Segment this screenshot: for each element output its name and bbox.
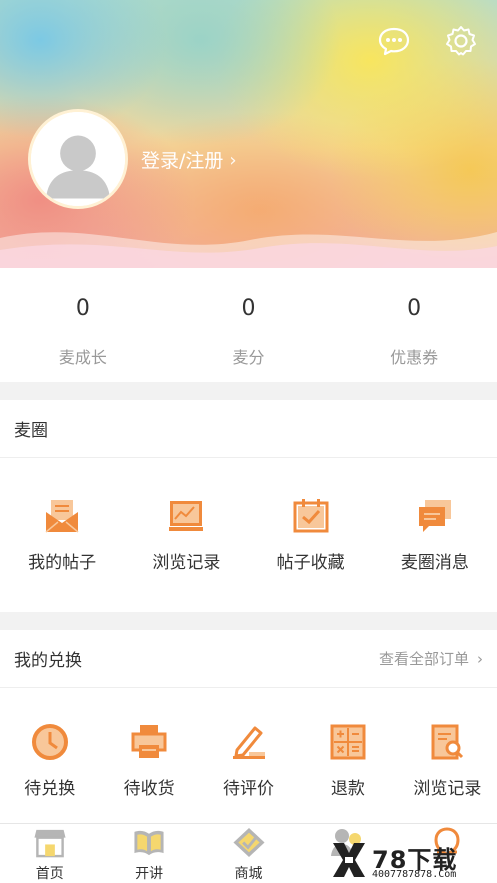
printer-icon <box>131 725 167 758</box>
maiquan-messages-button[interactable]: 麦圈消息 <box>373 496 497 573</box>
stat-points[interactable]: 0 麦分 <box>166 268 332 382</box>
watermark-78xiazai: 78下载 4007787878.Com <box>328 838 494 883</box>
stat-coupons-value: 0 <box>407 296 422 321</box>
post-favorites-button[interactable]: 帖子收藏 <box>249 496 373 573</box>
refund-button[interactable]: 退款 <box>298 722 397 799</box>
chat-cards-icon <box>418 500 451 532</box>
pending-receipt-button[interactable]: 待收货 <box>99 722 198 799</box>
maiquan-title: 麦圈 <box>14 421 48 441</box>
exchange-history-label: 浏览记录 <box>413 779 482 799</box>
exchange-title: 我的兑换 <box>14 651 82 671</box>
maiquan-grid: 我的帖子 浏览记录 帖子收藏 麦圈消息 <box>0 458 497 573</box>
watermark-x-logo <box>333 843 365 877</box>
document-search-icon <box>431 724 464 760</box>
header-wave-decoration <box>0 232 497 268</box>
my-posts-label: 我的帖子 <box>28 553 97 573</box>
gear-icon[interactable] <box>444 24 478 58</box>
exchange-section: 我的兑换 查看全部订单 › 待兑换 待收货 待评价 退款 浏览记录 <box>0 630 497 823</box>
my-posts-button[interactable]: 我的帖子 <box>0 496 124 573</box>
stat-growth-value: 0 <box>75 296 90 321</box>
message-icon[interactable] <box>377 24 411 58</box>
tag-check-icon <box>232 827 265 858</box>
stat-points-label: 麦分 <box>232 348 265 367</box>
pending-receipt-label: 待收货 <box>123 779 175 799</box>
stat-growth[interactable]: 0 麦成长 <box>0 268 166 382</box>
calendar-check-icon <box>293 499 329 533</box>
login-register-link[interactable]: 登录/注册 › <box>141 146 237 176</box>
chevron-right-icon: › <box>229 150 237 171</box>
maiquan-header: 麦圈 <box>0 400 497 458</box>
stat-coupons-label: 优惠券 <box>390 348 439 367</box>
tab-mall-label: 商城 <box>234 866 263 882</box>
tab-lecture[interactable]: 开讲 <box>99 824 198 883</box>
tab-lecture-label: 开讲 <box>135 866 164 882</box>
post-favorites-label: 帖子收藏 <box>276 553 345 573</box>
open-book-icon <box>134 830 164 856</box>
view-all-orders-link[interactable]: 查看全部订单 › <box>379 648 483 669</box>
stat-points-value: 0 <box>241 296 256 321</box>
pending-review-button[interactable]: 待评价 <box>199 722 298 799</box>
exchange-history-button[interactable]: 浏览记录 <box>398 722 497 799</box>
login-register-label: 登录/注册 <box>141 150 224 172</box>
pen-icon <box>232 726 265 759</box>
calculator-icon <box>330 724 366 760</box>
stat-coupons[interactable]: 0 优惠券 <box>331 268 497 382</box>
browse-history-button[interactable]: 浏览记录 <box>124 496 248 573</box>
view-all-orders-label: 查看全部订单 <box>378 650 469 668</box>
maiquan-section: 麦圈 我的帖子 浏览记录 帖子收藏 麦圈消息 <box>0 400 497 612</box>
tab-home-label: 首页 <box>35 866 64 882</box>
tab-mall[interactable]: 商城 <box>199 824 298 883</box>
profile-header: 登录/注册 › <box>0 0 497 268</box>
stat-growth-label: 麦成长 <box>58 348 107 367</box>
refund-label: 退款 <box>330 779 365 799</box>
store-icon <box>34 829 66 858</box>
pending-review-label: 待评价 <box>223 779 275 799</box>
exchange-header: 我的兑换 查看全部订单 › <box>0 630 497 688</box>
envelope-post-icon <box>45 500 79 533</box>
exchange-grid: 待兑换 待收货 待评价 退款 浏览记录 <box>0 688 497 799</box>
chart-frame-icon <box>169 501 204 531</box>
chevron-right-icon: › <box>477 649 483 668</box>
clock-icon <box>31 724 68 760</box>
maiquan-messages-label: 麦圈消息 <box>400 553 469 573</box>
pending-exchange-label: 待兑换 <box>24 779 76 799</box>
pending-exchange-button[interactable]: 待兑换 <box>0 722 99 799</box>
watermark-phone: 4007787878.Com <box>372 869 457 880</box>
avatar[interactable] <box>28 109 128 209</box>
stats-bar: 0 麦成长 0 麦分 0 优惠券 <box>0 268 497 382</box>
avatar-placeholder <box>31 112 125 206</box>
browse-history-label: 浏览记录 <box>152 553 221 573</box>
tab-home[interactable]: 首页 <box>0 824 99 883</box>
